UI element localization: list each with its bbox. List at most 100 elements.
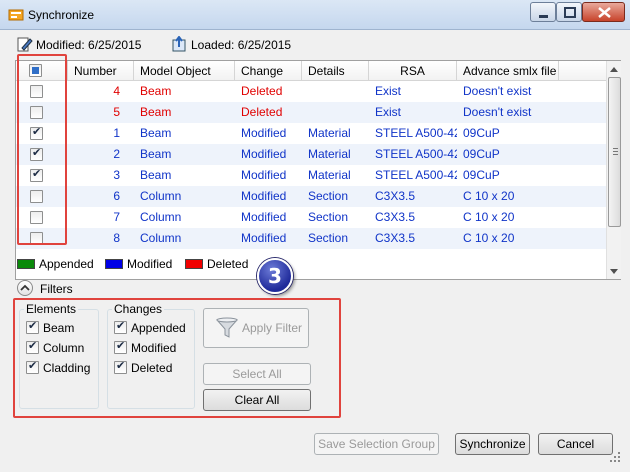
select-all-checkbox[interactable] — [29, 64, 42, 77]
cell-rsa: Exist — [375, 84, 402, 98]
column-checkbox[interactable] — [26, 339, 39, 354]
cell-model-object: Beam — [140, 168, 172, 182]
row-select-checkbox[interactable] — [30, 190, 43, 203]
table-row[interactable]: 7 Column Modified Section C3X3.5 C 10 x 20 — [16, 207, 606, 228]
sync-table: Number Model Object Change Details RSA A… — [15, 60, 621, 280]
select-all-button[interactable]: Select All — [203, 363, 311, 385]
close-button[interactable] — [582, 2, 625, 22]
cell-details: Section — [308, 231, 349, 245]
scroll-up-icon[interactable] — [610, 67, 618, 72]
table-row[interactable]: 6 Column Modified Section C3X3.5 C 10 x 20 — [16, 186, 606, 207]
row-select-checkbox[interactable] — [30, 211, 43, 224]
row-select-checkbox[interactable] — [30, 167, 43, 182]
scroll-down-icon[interactable] — [610, 269, 618, 274]
table-row[interactable]: 8 Column Modified Section C3X3.5 C 10 x 20 — [16, 228, 606, 249]
cell-advance: 09CuP — [463, 126, 500, 140]
row-select-checkbox[interactable] — [30, 106, 43, 119]
row-select-checkbox[interactable] — [30, 125, 43, 140]
cell-rsa: C3X3.5 — [375, 210, 416, 224]
cell-details: Material — [308, 168, 351, 182]
column-header-model-object[interactable]: Model Object — [134, 61, 235, 81]
grip-line — [613, 154, 618, 155]
appended-checkbox[interactable] — [114, 319, 127, 334]
funnel-icon — [216, 317, 238, 338]
cell-details: Material — [308, 126, 351, 140]
window-title: Synchronize — [28, 8, 95, 22]
table-vertical-scrollbar[interactable] — [606, 61, 621, 279]
cell-number: 2 — [113, 147, 120, 161]
maximize-icon — [564, 7, 576, 18]
title-bar: Synchronize — [0, 0, 630, 30]
cell-model-object: Beam — [140, 147, 172, 161]
cell-change: Modified — [241, 210, 287, 224]
cell-advance: 09CuP — [463, 168, 500, 182]
table-row[interactable]: 5 Beam Deleted Exist Doesn't exist — [16, 102, 606, 123]
table-row[interactable]: 4 Beam Deleted Exist Doesn't exist — [16, 81, 606, 102]
cell-advance: C 10 x 20 — [463, 189, 515, 203]
cell-details: Section — [308, 210, 349, 224]
cell-number: 1 — [113, 126, 120, 140]
maximize-button[interactable] — [556, 2, 582, 22]
elements-group: Elements Beam Column Cladding — [19, 302, 99, 409]
column-header-filler — [559, 61, 606, 81]
step-badge: 3 — [257, 258, 293, 294]
cell-change: Modified — [241, 126, 287, 140]
beam-checkbox[interactable] — [26, 319, 39, 334]
table-header: Number Model Object Change Details RSA A… — [16, 61, 606, 81]
cell-model-object: Column — [140, 210, 182, 224]
cell-details: Material — [308, 147, 351, 161]
legend-swatch — [17, 259, 35, 269]
cell-model-object: Beam — [140, 126, 172, 140]
row-select-checkbox[interactable] — [30, 85, 43, 98]
table-row[interactable]: 3 Beam Modified Material STEEL A500-42 09CuP — [16, 165, 606, 186]
select-all-header — [16, 61, 68, 81]
collapse-icon[interactable] — [17, 280, 33, 296]
column-header-number[interactable]: Number — [68, 61, 134, 81]
minimize-button[interactable] — [530, 2, 556, 22]
grip-line — [613, 148, 618, 149]
cell-change: Deleted — [241, 105, 283, 119]
elements-group-label: Elements — [24, 302, 79, 316]
deleted-checkbox[interactable] — [114, 359, 127, 374]
cell-model-object: Beam — [140, 84, 172, 98]
cell-number: 3 — [113, 168, 120, 182]
cell-number: 6 — [113, 189, 120, 203]
cladding-checkbox[interactable] — [26, 359, 39, 374]
cell-number: 5 — [113, 105, 120, 119]
edit-document-icon — [17, 37, 33, 52]
load-document-icon — [172, 36, 186, 52]
cell-model-object: Column — [140, 189, 182, 203]
save-selection-group-button[interactable]: Save Selection Group — [314, 433, 439, 455]
synchronize-button[interactable]: Synchronize — [455, 433, 530, 455]
cell-rsa: Exist — [375, 105, 402, 119]
cell-rsa: STEEL A500-42 — [375, 168, 457, 182]
cell-number: 7 — [113, 210, 120, 224]
dialog-content: Modified: 6/25/2015 Loaded: 6/25/2015 Nu… — [7, 30, 623, 465]
cell-number: 8 — [113, 231, 120, 245]
column-header-advance-file[interactable]: Advance smlx file — [457, 61, 559, 81]
resize-grip-icon[interactable] — [609, 451, 621, 463]
close-icon — [598, 7, 611, 18]
apply-filter-button[interactable]: Apply Filter — [203, 308, 309, 348]
column-header-details[interactable]: Details — [302, 61, 369, 81]
cancel-button[interactable]: Cancel — [538, 433, 613, 455]
cell-advance: C 10 x 20 — [463, 210, 515, 224]
cell-change: Deleted — [241, 84, 283, 98]
column-header-change[interactable]: Change — [235, 61, 302, 81]
cell-model-object: Beam — [140, 105, 172, 119]
modified-checkbox[interactable] — [114, 339, 127, 354]
row-select-checkbox[interactable] — [30, 146, 43, 161]
table-row[interactable]: 2 Beam Modified Material STEEL A500-42 09CuP — [16, 144, 606, 165]
cell-change: Modified — [241, 147, 287, 161]
clear-all-button[interactable]: Clear All — [203, 389, 311, 411]
table-row[interactable]: 1 Beam Modified Material STEEL A500-42 09CuP — [16, 123, 606, 144]
scroll-thumb[interactable] — [608, 77, 621, 227]
cell-details — [302, 81, 369, 102]
column-header-rsa[interactable]: RSA — [369, 61, 457, 81]
minimize-icon — [539, 15, 548, 18]
cell-number: 4 — [113, 84, 120, 98]
row-select-checkbox[interactable] — [30, 232, 43, 245]
cell-advance: C 10 x 20 — [463, 231, 515, 245]
cell-advance: 09CuP — [463, 147, 500, 161]
sync-app-icon — [8, 9, 24, 21]
